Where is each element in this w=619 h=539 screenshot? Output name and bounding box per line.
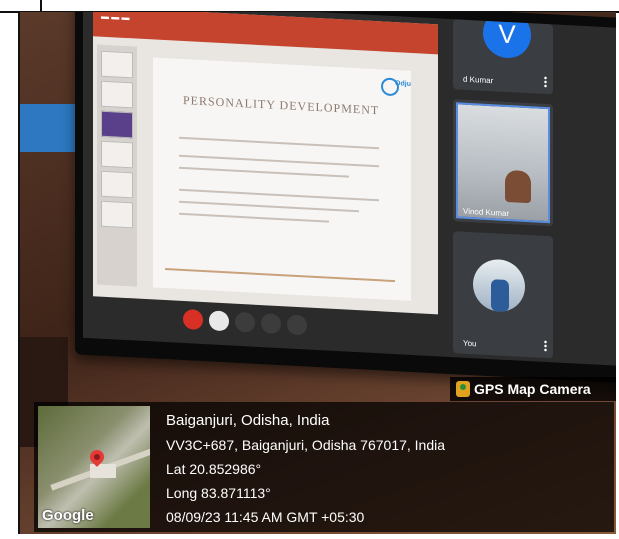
participant-tile-active[interactable]: Vinod Kumar [453, 99, 553, 227]
slide-footer-bar [165, 268, 395, 283]
gps-place: Baiganjuri, Odisha, India [166, 412, 330, 429]
participant-name: You [463, 338, 477, 349]
participant-avatar: V [483, 19, 531, 60]
slide-text-line [179, 200, 359, 213]
current-slide: Odju PERSONALITY DEVELOPMENT [153, 57, 411, 301]
participant-tile[interactable]: V d Kumar [453, 19, 553, 95]
presentation-window: ▬ ▬ ▬ Odju PERSONALITY DEVELOPMENT [93, 12, 438, 315]
gps-longitude: Long 83.871113° [166, 485, 271, 501]
raise-hand-button[interactable] [261, 313, 281, 335]
more-options-button[interactable] [287, 314, 307, 336]
slide-text-line [179, 166, 349, 178]
map-building [90, 464, 116, 478]
gps-brand-tag: GPS Map Camera [450, 377, 616, 401]
gps-datetime: 08/09/23 11:45 AM GMT +05:30 [166, 509, 365, 525]
slide-thumbnail[interactable] [101, 170, 133, 199]
slide-thumbnail[interactable] [101, 140, 133, 169]
slide-thumbnails[interactable] [97, 44, 137, 287]
display-panel: ▬ ▬ ▬ Odju PERSONALITY DEVELOPMENT V d K… [75, 12, 616, 384]
self-avatar [473, 258, 525, 313]
gps-brand-label: GPS Map Camera [474, 381, 591, 397]
camera-feed [456, 102, 550, 224]
slide-thumbnail[interactable] [101, 80, 133, 109]
participant-video-person [505, 169, 531, 204]
slide-text-line [179, 188, 379, 202]
more-vert-icon[interactable] [544, 75, 547, 89]
slide-text-line [179, 154, 379, 168]
mic-button[interactable] [235, 311, 255, 333]
blue-wall-patch [20, 104, 80, 152]
ppt-ribbon: ▬ ▬ ▬ [93, 12, 438, 55]
slide-logo-text: Odju [395, 80, 411, 88]
screenshot-frame: ▬ ▬ ▬ Odju PERSONALITY DEVELOPMENT V d K… [0, 0, 619, 539]
slide-thumbnail[interactable] [101, 110, 133, 139]
photo: ▬ ▬ ▬ Odju PERSONALITY DEVELOPMENT V d K… [18, 12, 616, 534]
slide-title: PERSONALITY DEVELOPMENT [183, 92, 380, 118]
meeting-screen: ▬ ▬ ▬ Odju PERSONALITY DEVELOPMENT V d K… [83, 12, 616, 366]
slide-text-line [179, 212, 329, 223]
satellite-map: Google [38, 406, 150, 528]
gps-latitude: Lat 20.852986° [166, 461, 262, 477]
participant-tile-self[interactable]: You [453, 231, 553, 359]
slide-thumbnail[interactable] [101, 200, 133, 229]
end-call-button[interactable] [183, 308, 203, 331]
gps-info-panel: Google Baiganjuri, Odisha, India VV3C+68… [34, 402, 614, 532]
slide-thumbnail[interactable] [101, 50, 133, 79]
ribbon-text: ▬ ▬ ▬ [101, 12, 130, 23]
border-tick [40, 0, 42, 11]
gps-camera-icon [456, 381, 470, 397]
map-logo: Google [42, 507, 94, 524]
slide-text-line [179, 136, 379, 150]
more-vert-icon[interactable] [544, 339, 547, 353]
participant-name: d Kumar [463, 74, 494, 86]
camera-toggle-button[interactable] [209, 310, 229, 332]
gps-address: VV3C+687, Baiganjuri, Odisha 767017, Ind… [166, 437, 446, 453]
